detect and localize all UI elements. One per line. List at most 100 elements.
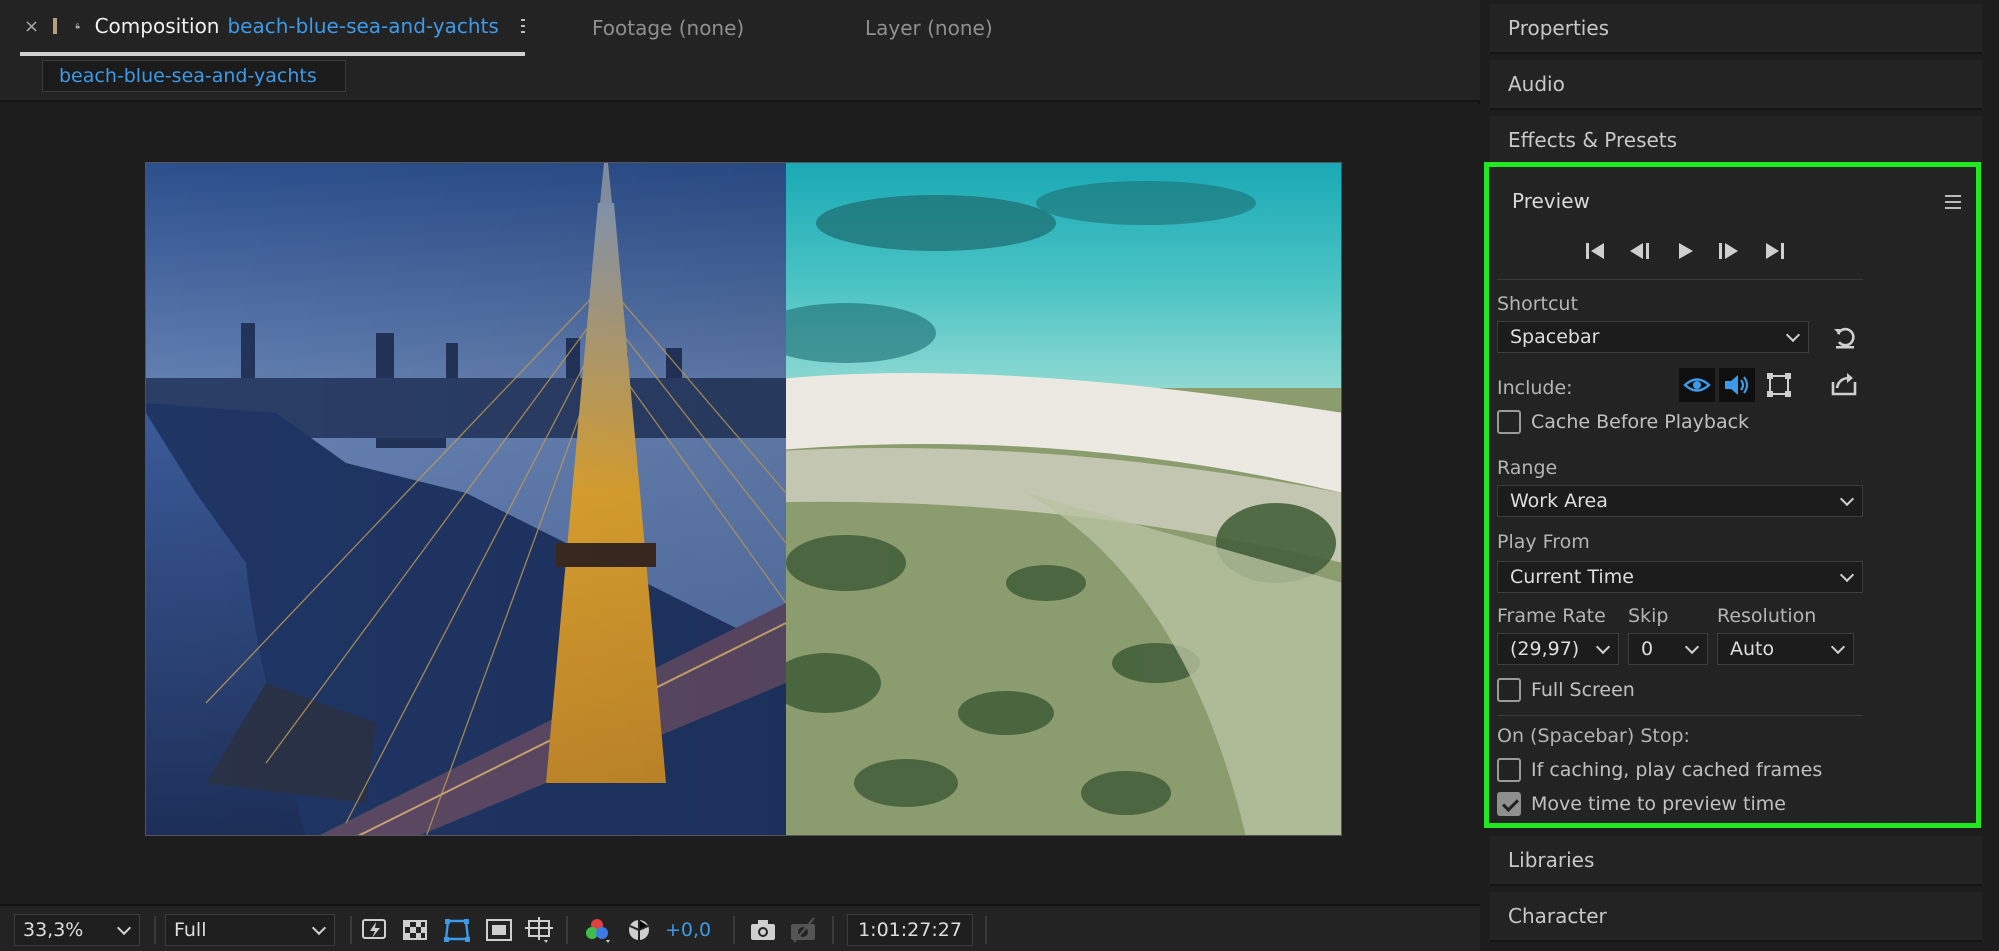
cache-before-playback-label: Cache Before Playback (1531, 411, 1750, 433)
include-audio-toggle[interactable] (1719, 368, 1755, 402)
overlay-layers-icon (1767, 373, 1791, 397)
full-screen-label: Full Screen (1531, 679, 1635, 701)
frame-rate-value: (29,97) (1510, 638, 1580, 660)
preview-panel: Preview Shortcut Spacebar Include: Cache… (1484, 162, 1981, 828)
composition-chip[interactable]: beach-blue-sea-and-yachts (42, 60, 346, 92)
shortcut-dropdown[interactable]: Spacebar (1497, 321, 1809, 353)
mask-visibility-icon[interactable] (442, 916, 472, 944)
chevron-down-icon (1839, 567, 1855, 583)
resolution-value: Full (174, 919, 207, 941)
viewer-toolbar: 33,3% Full +0,0 1:01:27:27 (0, 904, 1480, 951)
toolbar-separator (733, 916, 735, 944)
color-channel-icon[interactable] (582, 916, 612, 944)
resolution-label: Resolution (1717, 605, 1817, 627)
audio-panel-header[interactable]: Audio (1490, 60, 1982, 110)
composition-name: beach-blue-sea-and-yachts (227, 14, 499, 38)
include-toggles (1679, 368, 1799, 402)
shortcut-label: Shortcut (1497, 293, 1578, 315)
play-from-label: Play From (1497, 531, 1590, 553)
resolution-dropdown[interactable]: Full (165, 914, 335, 946)
right-panel-stack: Properties Audio Effects & Presets Previ… (1484, 0, 1999, 951)
tab-footage[interactable]: Footage (none) (592, 0, 744, 56)
label-color-icon[interactable] (53, 18, 58, 34)
chevron-down-icon (311, 920, 327, 936)
if-caching-label: If caching, play cached frames (1531, 759, 1823, 781)
skip-dropdown[interactable]: 0 (1628, 633, 1708, 665)
cache-before-playback-option[interactable]: Cache Before Playback (1497, 409, 1749, 435)
composition-viewer[interactable] (8, 104, 1480, 904)
composition-frame[interactable] (145, 162, 1342, 836)
chevron-down-icon (1830, 639, 1846, 655)
show-snapshot-icon[interactable] (788, 916, 818, 944)
frame-rate-dropdown[interactable]: (29,97) (1497, 633, 1619, 665)
range-value: Work Area (1510, 490, 1608, 512)
panel-tab-bar: × Composition beach-blue-sea-and-yachts … (0, 0, 1480, 56)
divider (1497, 715, 1863, 716)
divider (1497, 279, 1863, 280)
shortcut-value: Spacebar (1510, 326, 1600, 348)
next-frame-icon[interactable] (1714, 237, 1744, 265)
export-icon[interactable] (1827, 368, 1861, 402)
magnification-value: 33,3% (23, 919, 84, 941)
effects-presets-panel-header[interactable]: Effects & Presets (1490, 116, 1982, 166)
preview-panel-title[interactable]: Preview (1512, 189, 1590, 213)
tab-composition[interactable]: × Composition beach-blue-sea-and-yachts (20, 0, 526, 56)
guides-grid-icon[interactable] (524, 916, 554, 944)
cache-before-playback-checkbox[interactable] (1497, 410, 1521, 434)
if-caching-checkbox[interactable] (1497, 758, 1521, 782)
tab-layer[interactable]: Layer (none) (865, 0, 993, 56)
skip-value: 0 (1641, 638, 1654, 660)
region-of-interest-icon[interactable] (484, 916, 514, 944)
preview-image (146, 163, 1341, 835)
fast-previews-icon[interactable] (360, 916, 390, 944)
toolbar-separator (350, 916, 352, 944)
libraries-panel-header[interactable]: Libraries (1490, 836, 1982, 886)
speaker-icon (1725, 375, 1749, 395)
reset-exposure-icon[interactable] (624, 916, 654, 944)
chevron-down-icon (1684, 639, 1700, 655)
include-overlays-toggle[interactable] (1761, 368, 1797, 402)
composition-panel: × Composition beach-blue-sea-and-yachts … (0, 0, 1480, 951)
first-frame-icon[interactable] (1580, 237, 1610, 265)
include-video-toggle[interactable] (1679, 368, 1715, 402)
move-time-label: Move time to preview time (1531, 793, 1786, 815)
lock-icon[interactable] (75, 16, 80, 36)
frame-rate-label: Frame Rate (1497, 605, 1606, 627)
character-panel-header[interactable]: Character (1490, 892, 1982, 942)
toolbar-separator (154, 916, 156, 944)
reset-icon[interactable] (1827, 320, 1861, 354)
chevron-down-icon (116, 920, 132, 936)
snapshot-icon[interactable] (748, 916, 778, 944)
transparency-grid-icon[interactable] (400, 916, 430, 944)
play-icon[interactable] (1670, 237, 1700, 265)
full-screen-checkbox[interactable] (1497, 678, 1521, 702)
move-time-option[interactable]: Move time to preview time (1497, 791, 1786, 817)
preview-resolution-dropdown[interactable]: Auto (1717, 633, 1854, 665)
chevron-down-icon (1839, 491, 1855, 507)
composition-label: Composition (94, 14, 220, 38)
if-caching-option[interactable]: If caching, play cached frames (1497, 757, 1822, 783)
exposure-value[interactable]: +0,0 (665, 914, 711, 946)
toolbar-separator (985, 916, 987, 944)
current-time-display[interactable]: 1:01:27:27 (847, 914, 973, 946)
move-time-checkbox[interactable] (1497, 792, 1521, 816)
composition-navigator-bar: beach-blue-sea-and-yachts (0, 56, 1480, 102)
play-from-dropdown[interactable]: Current Time (1497, 561, 1863, 593)
toolbar-separator (566, 916, 568, 944)
toolbar-separator (832, 916, 834, 944)
last-frame-icon[interactable] (1760, 237, 1790, 265)
include-label: Include: (1497, 377, 1573, 399)
on-stop-label: On (Spacebar) Stop: (1497, 725, 1690, 747)
eye-icon (1683, 378, 1711, 392)
panel-menu-icon[interactable] (1945, 195, 1961, 209)
close-icon[interactable]: × (24, 16, 39, 37)
full-screen-option[interactable]: Full Screen (1497, 677, 1635, 703)
preview-resolution-value: Auto (1730, 638, 1775, 660)
range-dropdown[interactable]: Work Area (1497, 485, 1863, 517)
properties-panel-header[interactable]: Properties (1490, 4, 1982, 54)
panel-menu-icon[interactable] (520, 19, 526, 33)
magnification-dropdown[interactable]: 33,3% (14, 914, 140, 946)
range-label: Range (1497, 457, 1558, 479)
play-from-value: Current Time (1510, 566, 1634, 588)
previous-frame-icon[interactable] (1624, 237, 1654, 265)
